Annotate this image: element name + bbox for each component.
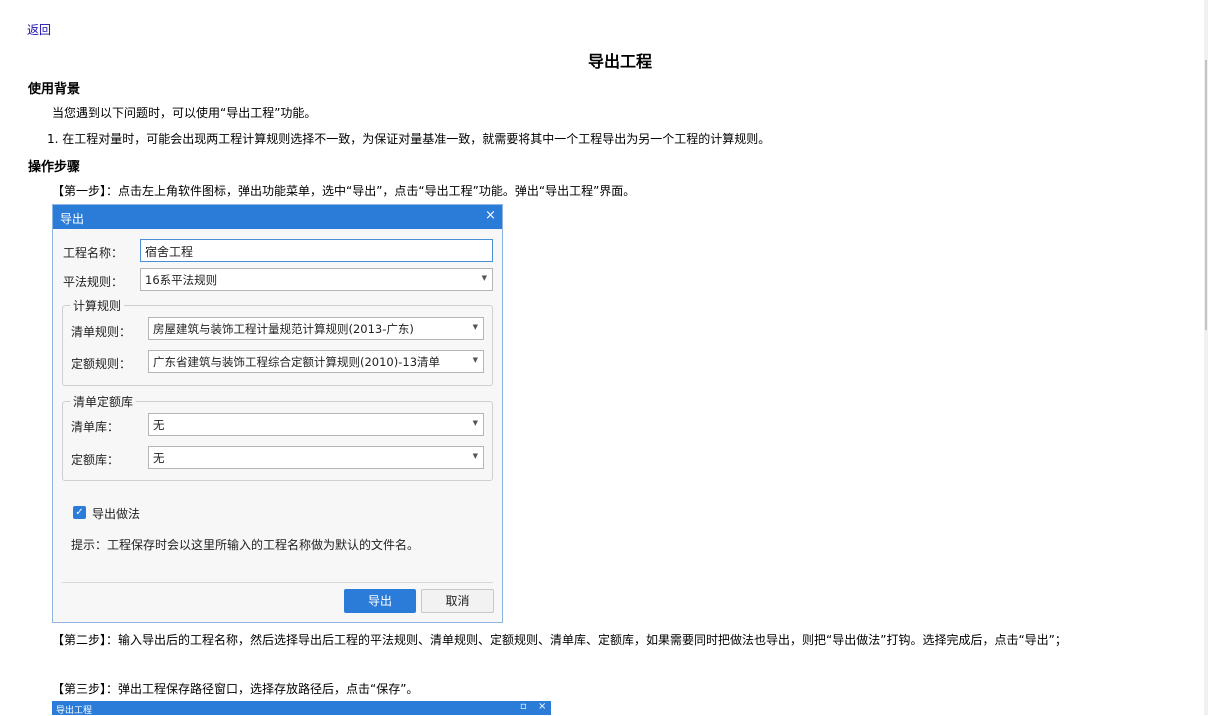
- list-lib-label: 清单库：: [71, 420, 120, 434]
- quota-rule-label: 定额规则：: [71, 357, 132, 371]
- list-lib-select[interactable]: 无 ▼: [148, 413, 484, 436]
- list-rule-value: 房屋建筑与装饰工程计量规范计算规则(2013-广东): [153, 322, 414, 336]
- flat-rule-label: 平法规则：: [63, 275, 124, 289]
- divider: [62, 582, 493, 583]
- chevron-down-icon: ▼: [472, 323, 478, 331]
- background-heading: 使用背景: [28, 82, 81, 97]
- export-button[interactable]: 导出: [344, 589, 416, 613]
- export-dialog: 导出 × 工程名称： 宿舍工程 平法规则： 16系平法规则 ▼ 计算规则 清单规…: [52, 204, 503, 623]
- maximize-icon[interactable]: ▫: [520, 701, 527, 712]
- close-icon[interactable]: ×: [485, 208, 496, 223]
- save-path-window-title: 导出工程: [56, 706, 93, 716]
- list-rule-label: 清单规则：: [71, 325, 132, 339]
- quota-lib-value: 无: [153, 451, 165, 465]
- page-title: 导出工程: [587, 52, 652, 71]
- library-legend: 清单定额库: [70, 393, 137, 410]
- step-3-text: 【第三步】：弹出工程保存路径窗口，选择存放路径后，点击“保存”。: [52, 682, 419, 696]
- background-item-1: 1. 在工程对量时，可能会出现两工程计算规则选择不一致，为保证对量基准一致，就需…: [47, 132, 771, 146]
- save-path-window-titlebar: 导出工程 ▫ ×: [52, 701, 551, 716]
- close-icon[interactable]: ×: [538, 701, 546, 712]
- list-rule-select[interactable]: 房屋建筑与装饰工程计量规范计算规则(2013-广东) ▼: [148, 317, 484, 340]
- steps-heading: 操作步骤: [28, 160, 81, 175]
- cancel-button[interactable]: 取消: [421, 589, 494, 613]
- chevron-down-icon: ▼: [472, 419, 478, 427]
- dialog-hint: 提示：工程保存时会以这里所输入的工程名称做为默认的文件名。: [71, 538, 420, 552]
- back-link[interactable]: 返回: [27, 21, 51, 38]
- chevron-down-icon: ▼: [481, 274, 487, 282]
- quota-rule-value: 广东省建筑与装饰工程综合定额计算规则(2010)-13清单: [153, 355, 441, 369]
- export-method-checkbox[interactable]: ✓: [73, 506, 86, 519]
- project-name-label: 工程名称：: [63, 246, 124, 260]
- chevron-down-icon: ▼: [472, 452, 478, 460]
- project-name-input[interactable]: 宿舍工程: [140, 239, 493, 262]
- checkmark-icon: ✓: [75, 507, 84, 518]
- flat-rule-value: 16系平法规则: [145, 273, 218, 287]
- chevron-down-icon: ▼: [472, 356, 478, 364]
- flat-rule-select[interactable]: 16系平法规则 ▼: [140, 268, 493, 291]
- background-text: 当您遇到以下问题时，可以使用“导出工程”功能。: [52, 106, 317, 120]
- quota-rule-select[interactable]: 广东省建筑与装饰工程综合定额计算规则(2010)-13清单 ▼: [148, 350, 484, 373]
- dialog-titlebar: 导出 ×: [53, 205, 502, 229]
- dialog-title: 导出: [60, 212, 85, 226]
- calc-rule-legend: 计算规则: [70, 297, 125, 314]
- export-method-label: 导出做法: [92, 507, 141, 521]
- quota-lib-select[interactable]: 无 ▼: [148, 446, 484, 469]
- step-1-text: 【第一步】：点击左上角软件图标，弹出功能菜单，选中“导出”，点击“导出工程”功能…: [52, 184, 636, 198]
- list-lib-value: 无: [153, 418, 165, 432]
- step-2-text: 【第二步】：输入导出后的工程名称，然后选择导出后工程的平法规则、清单规则、定额规…: [52, 633, 1067, 647]
- quota-lib-label: 定额库：: [71, 453, 120, 467]
- scrollbar-thumb[interactable]: [1205, 60, 1207, 330]
